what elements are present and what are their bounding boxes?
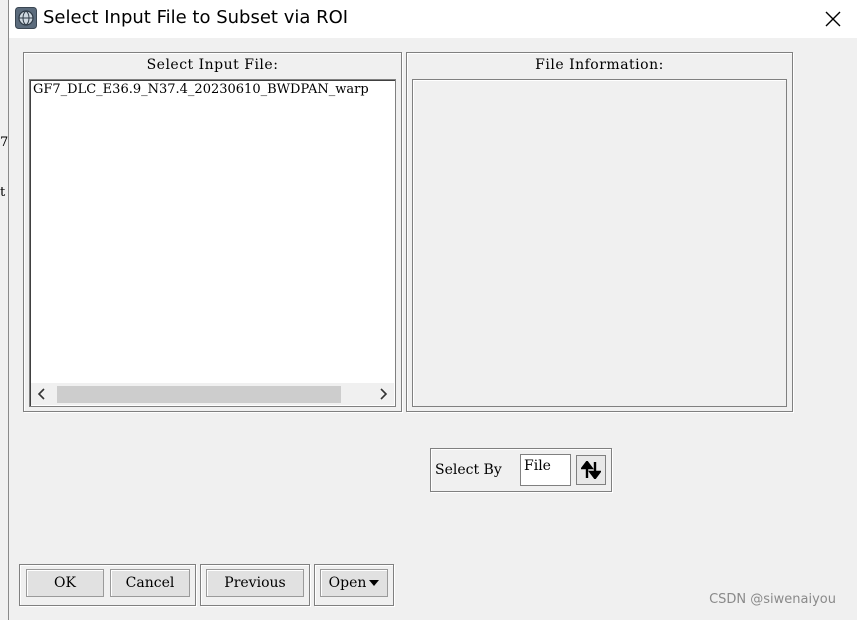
select-by-field[interactable]: File <box>520 454 571 486</box>
scroll-thumb[interactable] <box>57 386 341 403</box>
chevron-right-icon <box>380 388 388 400</box>
select-input-file-panel: Select Input File: GF7_DLC_E36.9_N37.4_2… <box>23 52 402 412</box>
file-list[interactable]: GF7_DLC_E36.9_N37.4_20230610_BWDPAN_warp <box>29 79 396 407</box>
panel-title: File Information: <box>535 57 664 73</box>
cancel-button[interactable]: Cancel <box>110 569 190 597</box>
window-title: Select Input File to Subset via ROI <box>43 7 349 28</box>
file-information-area <box>412 79 787 407</box>
chevron-left-icon <box>37 388 45 400</box>
open-group: Open <box>314 564 394 606</box>
open-button[interactable]: Open <box>320 569 388 597</box>
scroll-left-button[interactable] <box>31 383 53 405</box>
title-bar: Select Input File to Subset via ROI <box>9 0 857 38</box>
dialog-window: Select Input File to Subset via ROI Sele… <box>8 0 857 620</box>
previous-group: Previous <box>200 564 310 606</box>
close-button[interactable] <box>820 6 846 32</box>
file-information-panel: File Information: <box>406 52 793 412</box>
scroll-right-button[interactable] <box>372 383 394 405</box>
sort-arrows-icon <box>581 461 601 479</box>
close-icon <box>825 11 841 27</box>
dialog-body: Select Input File: GF7_DLC_E36.9_N37.4_2… <box>9 38 850 616</box>
list-item[interactable]: GF7_DLC_E36.9_N37.4_20230610_BWDPAN_warp <box>33 82 395 97</box>
background-text-fragment: t <box>0 185 6 200</box>
ok-button[interactable]: OK <box>26 569 104 597</box>
panel-title: Select Input File: <box>146 57 279 73</box>
select-by-group: Select By File <box>430 448 612 492</box>
ok-cancel-group: OK Cancel <box>19 564 196 606</box>
sort-toggle-button[interactable] <box>576 455 606 485</box>
previous-button[interactable]: Previous <box>206 569 304 597</box>
watermark-text: CSDN @siwenaiyou <box>709 592 836 607</box>
select-by-label: Select By <box>435 462 502 478</box>
app-globe-icon <box>15 7 37 29</box>
dropdown-arrow-icon <box>369 580 380 586</box>
horizontal-scrollbar[interactable] <box>31 383 394 405</box>
open-button-label: Open <box>328 575 367 591</box>
